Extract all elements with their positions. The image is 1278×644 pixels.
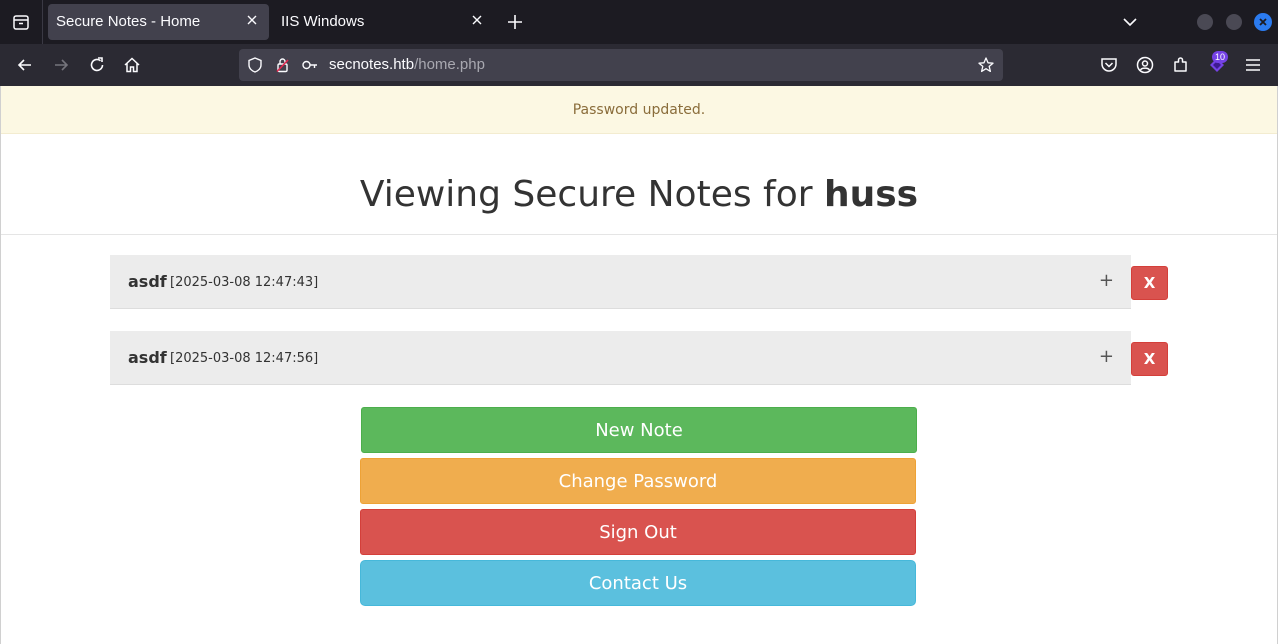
pocket-icon[interactable] (1099, 55, 1119, 75)
shield-icon[interactable] (246, 56, 264, 74)
navigation-toolbar: secnotes.htb/home.php 10 (0, 44, 1278, 86)
extensions-icon[interactable] (1171, 55, 1191, 75)
tab-overview-icon (13, 15, 29, 30)
key-icon[interactable] (301, 56, 319, 74)
tab-iis-windows[interactable]: IIS Windows (273, 4, 494, 40)
tab-bar: Secure Notes - Home IIS Windows (0, 0, 1278, 44)
tab-secure-notes[interactable]: Secure Notes - Home (48, 4, 269, 40)
delete-note-button[interactable]: X (1131, 342, 1168, 376)
maximize-button[interactable] (1226, 14, 1242, 30)
expand-note-icon[interactable]: + (1099, 270, 1114, 291)
note-item[interactable]: asdf [2025-03-08 12:47:56] + (110, 331, 1131, 385)
new-note-button[interactable]: New Note (361, 407, 917, 453)
alert-message: Password updated. (1, 86, 1277, 134)
url-bar[interactable]: secnotes.htb/home.php (239, 49, 1003, 81)
tab-title: IIS Windows (281, 13, 365, 30)
window-close-button[interactable] (1254, 13, 1272, 31)
tab-overview-button[interactable] (0, 0, 43, 44)
note-timestamp: [2025-03-08 12:47:56] (170, 351, 319, 366)
note-timestamp: [2025-03-08 12:47:43] (170, 275, 319, 290)
tab-title: Secure Notes - Home (56, 13, 201, 30)
close-icon (1259, 18, 1267, 26)
url-path: /home.php (414, 56, 485, 73)
note-title: asdf (128, 272, 167, 291)
url-host: secnotes.htb (329, 56, 415, 73)
minimize-button[interactable] (1197, 14, 1213, 30)
insecure-lock-icon[interactable] (274, 56, 292, 74)
delete-note-button[interactable]: X (1131, 266, 1168, 300)
page-title: Viewing Secure Notes for huss (1, 174, 1277, 215)
note-item[interactable]: asdf [2025-03-08 12:47:43] + (110, 255, 1131, 309)
change-password-button[interactable]: Change Password (360, 458, 916, 504)
expand-note-icon[interactable]: + (1099, 346, 1114, 367)
hamburger-menu-icon[interactable] (1243, 55, 1263, 75)
close-tab-icon[interactable] (245, 13, 259, 27)
sign-out-button[interactable]: Sign Out (360, 509, 916, 555)
page-title-username: huss (824, 174, 919, 215)
forward-arrow-icon[interactable] (51, 55, 71, 75)
new-tab-icon[interactable] (505, 12, 525, 32)
account-icon[interactable] (1135, 55, 1155, 75)
bookmark-star-icon[interactable] (977, 56, 995, 74)
extension-badge: 10 (1212, 51, 1229, 63)
url-text[interactable]: secnotes.htb/home.php (329, 56, 485, 73)
divider (1, 234, 1277, 235)
chevron-down-icon[interactable] (1120, 12, 1140, 32)
contact-us-button[interactable]: Contact Us (360, 560, 916, 606)
home-icon[interactable] (122, 55, 142, 75)
page-content: Password updated. Viewing Secure Notes f… (0, 86, 1278, 644)
reload-icon[interactable] (87, 55, 107, 75)
page-title-prefix: Viewing Secure Notes for (359, 174, 813, 215)
note-title: asdf (128, 348, 167, 367)
close-tab-icon[interactable] (470, 13, 484, 27)
back-arrow-icon[interactable] (15, 55, 35, 75)
